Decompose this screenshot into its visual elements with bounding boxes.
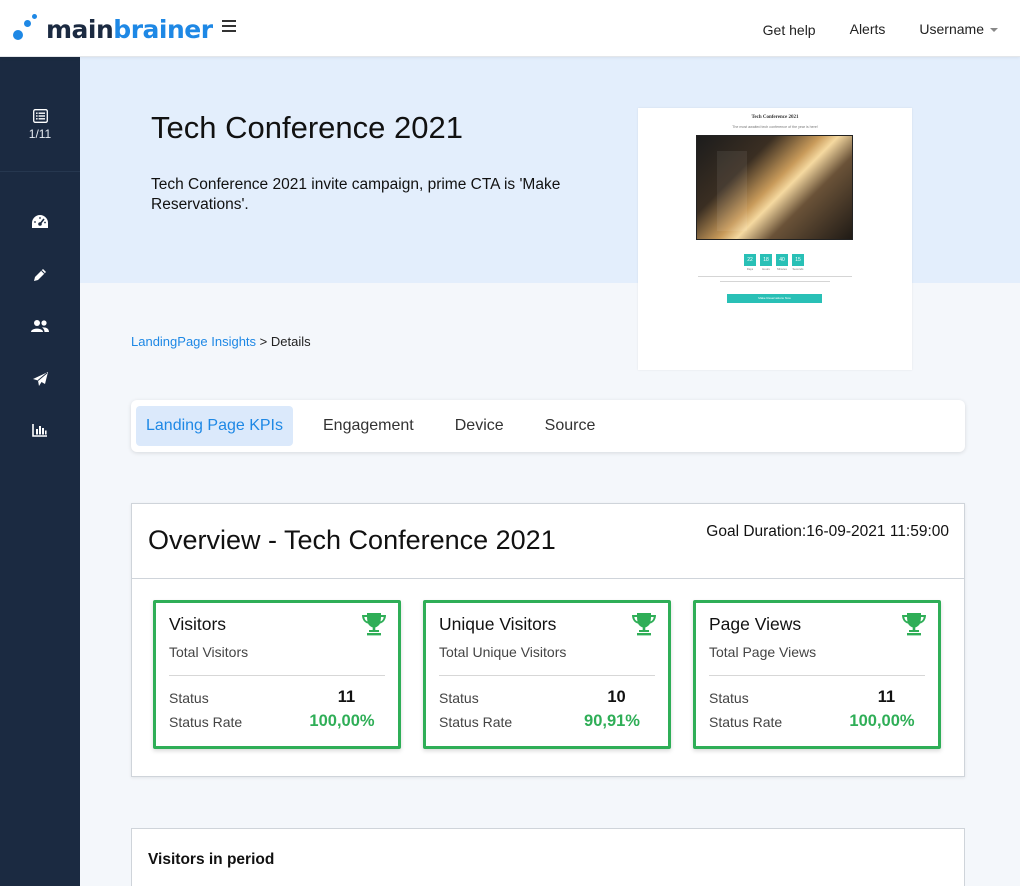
sidebar-counter-block[interactable]: 1/11 (0, 57, 80, 172)
sidebar-item-edit[interactable] (0, 267, 80, 283)
goal-duration: Goal Duration:16-09-2021 11:59:00 (706, 523, 949, 540)
visitors-in-period-title: Visitors in period (148, 851, 275, 868)
sidebar-item-reports[interactable] (0, 423, 80, 437)
preview-countdown-hours: 18 (760, 254, 772, 266)
logo-dots-icon (10, 12, 44, 46)
tab-landing-page-kpis[interactable]: Landing Page KPIs (136, 406, 293, 446)
hamburger-menu-icon[interactable] (222, 20, 236, 32)
kpi-rate-label: Status Rate (169, 714, 243, 730)
get-help-link[interactable]: Get help (763, 22, 816, 38)
kpi-title: Visitors (169, 614, 227, 634)
trophy-icon (632, 613, 656, 636)
preview-subtitle: The most awaited tech conference of the … (732, 125, 818, 129)
sidebar-item-users[interactable] (0, 319, 80, 333)
kpi-rate-label: Status Rate (439, 714, 513, 730)
preview-label-minutes: Minutes (777, 267, 787, 271)
bar-chart-icon (32, 424, 47, 437)
mainbrainer-logo[interactable]: mainbrainer (10, 12, 213, 46)
preview-title: Tech Conference 2021 (751, 115, 799, 120)
username-dropdown[interactable]: Username (919, 21, 998, 37)
landing-page-preview[interactable]: Tech Conference 2021 The most awaited te… (638, 108, 912, 370)
users-icon (31, 320, 49, 332)
kpi-title: Page Views (709, 614, 802, 634)
preview-text-line (720, 281, 830, 282)
preview-label-hours: Hours (762, 267, 770, 271)
username-label: Username (919, 20, 984, 37)
breadcrumb-link-insights[interactable]: LandingPage Insights (131, 334, 256, 349)
preview-countdown-labels: Days Hours Minutes Seconds (744, 267, 804, 271)
sidebar: 1/11 (0, 57, 80, 886)
preview-countdown-minutes: 40 (776, 254, 788, 266)
logo-text-main: main (46, 14, 114, 44)
top-bar: mainbrainer Get help Alerts Username (0, 0, 1020, 57)
kpi-subtitle: Total Visitors (169, 644, 249, 660)
tab-device[interactable]: Device (435, 406, 524, 446)
page-title: Tech Conference 2021 (151, 110, 463, 145)
preview-countdown-days: 22 (744, 254, 756, 266)
kpi-status-value: 10 (607, 688, 626, 706)
kpi-status-value: 11 (877, 688, 896, 706)
kpi-status-value: 11 (337, 688, 356, 706)
kpi-divider (439, 675, 655, 676)
kpi-subtitle: Total Unique Visitors (439, 644, 567, 660)
paper-plane-icon (32, 372, 48, 386)
overview-header: Overview - Tech Conference 2021 Goal Dur… (132, 504, 964, 579)
overview-card: Overview - Tech Conference 2021 Goal Dur… (131, 503, 965, 777)
kpi-title: Unique Visitors (439, 614, 557, 634)
caret-down-icon (990, 27, 998, 32)
trophy-icon (362, 613, 386, 636)
sidebar-item-campaigns[interactable] (0, 371, 80, 387)
preview-hero-image (696, 135, 853, 240)
kpi-divider (709, 675, 925, 676)
kpi-status-label: Status (169, 690, 209, 706)
breadcrumb: LandingPage Insights > Details (131, 334, 311, 349)
preview-cta-button: Make Reservations Now (727, 294, 822, 303)
trophy-icon (902, 613, 926, 636)
pencil-icon (34, 269, 46, 281)
tab-bar: Landing Page KPIs Engagement Device Sour… (131, 400, 965, 452)
logo-text: mainbrainer (46, 15, 213, 44)
preview-label-days: Days (746, 267, 754, 271)
kpi-card-visitors: Visitors Total Visitors Status 11 Status… (153, 600, 401, 749)
alerts-link[interactable]: Alerts (850, 21, 886, 37)
tab-source[interactable]: Source (525, 406, 616, 446)
kpi-rate-value: 100,00% (309, 712, 375, 730)
tab-engagement[interactable]: Engagement (303, 406, 434, 446)
top-nav: Get help Alerts Username (729, 0, 998, 57)
logo-text-brainer: brainer (113, 14, 213, 44)
kpi-subtitle: Total Page Views (709, 644, 817, 660)
preview-countdown: 22 18 40 15 (744, 254, 804, 266)
kpi-rate-label: Status Rate (709, 714, 783, 730)
sidebar-item-dashboard[interactable] (0, 214, 80, 230)
kpi-rate-value: 100,00% (849, 712, 915, 730)
visitors-in-period-card: Visitors in period (131, 828, 965, 886)
preview-countdown-seconds: 15 (792, 254, 804, 266)
breadcrumb-current: Details (270, 334, 311, 349)
list-icon (32, 109, 48, 123)
kpi-divider (169, 675, 385, 676)
dashboard-gauge-icon (32, 215, 48, 228)
kpi-card-unique-visitors: Unique Visitors Total Unique Visitors St… (423, 600, 671, 749)
kpi-rate-value: 90,91% (584, 712, 640, 730)
preview-label-seconds: Seconds (792, 267, 804, 271)
sidebar-counter: 1/11 (28, 127, 52, 141)
preview-text-line (698, 276, 852, 277)
overview-title: Overview - Tech Conference 2021 (148, 525, 556, 555)
kpi-status-label: Status (709, 690, 749, 706)
kpi-status-label: Status (439, 690, 479, 706)
campaign-description: Tech Conference 2021 invite campaign, pr… (151, 176, 561, 213)
breadcrumb-separator: > (259, 334, 268, 349)
kpi-card-page-views: Page Views Total Page Views Status 11 St… (693, 600, 941, 749)
